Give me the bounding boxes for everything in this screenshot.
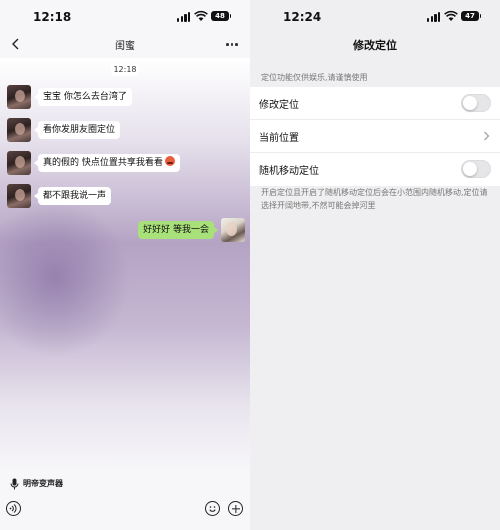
battery-icon: 47 bbox=[461, 11, 481, 21]
input-bar bbox=[0, 496, 250, 530]
more-options-icon[interactable] bbox=[226, 43, 238, 47]
voice-changer-label: 明帝变声器 bbox=[23, 479, 63, 488]
chat-header: 闺蜜 bbox=[0, 34, 250, 56]
setting-label: 当前位置 bbox=[259, 133, 299, 144]
setting-row-current-location[interactable]: 当前位置 bbox=[250, 120, 500, 153]
contact-avatar[interactable] bbox=[7, 85, 31, 109]
setting-label: 修改定位 bbox=[259, 100, 299, 111]
contact-avatar[interactable] bbox=[7, 151, 31, 175]
explanation-text: 开启定位且开启了随机移动定位后会在小范围内随机移动,定位请选择开阔地带,不然可能… bbox=[261, 188, 488, 210]
message-bubble-incoming[interactable]: 都不跟我说一声 bbox=[33, 187, 112, 205]
settings-group: 修改定位 当前位置 随机移动定位 bbox=[250, 87, 500, 186]
toggle-knob bbox=[463, 162, 477, 176]
message-bubble-incoming[interactable]: 宝宝 你怎么去台湾了 bbox=[34, 88, 132, 106]
angry-face-icon bbox=[164, 156, 175, 166]
location-settings-screen: 12:24 47 修改定位 定位功能仅供娱乐,请谨慎使用 修改定位 当前位置 随… bbox=[250, 0, 500, 530]
message-timestamp: 12:18 bbox=[111, 64, 139, 76]
add-attachment-button[interactable] bbox=[228, 501, 243, 516]
my-avatar[interactable] bbox=[221, 218, 245, 242]
wifi-icon bbox=[194, 10, 208, 21]
contact-avatar[interactable] bbox=[7, 184, 31, 208]
smiley-icon bbox=[209, 506, 216, 512]
status-time: 12:18 bbox=[33, 10, 72, 24]
page-title: 修改定位 bbox=[353, 39, 397, 52]
setting-row-random-move: 随机移动定位 bbox=[250, 153, 500, 186]
status-time: 12:24 bbox=[283, 10, 322, 24]
battery-icon: 48 bbox=[211, 11, 231, 21]
contact-avatar[interactable] bbox=[7, 118, 31, 142]
message-bubble-incoming[interactable]: 真的假的 快点位置共享我看看 bbox=[34, 154, 180, 172]
chat-background bbox=[0, 58, 250, 470]
random-move-toggle[interactable] bbox=[461, 160, 491, 178]
chevron-right-icon bbox=[484, 131, 490, 141]
sound-wave-icon bbox=[9, 504, 17, 513]
wifi-icon bbox=[444, 10, 458, 21]
disclaimer-text: 定位功能仅供娱乐,请谨慎使用 bbox=[261, 73, 368, 82]
signal-icon bbox=[177, 12, 191, 22]
chat-screen: 12:18 48 闺蜜 12:18 宝宝 你怎么去台湾了 看你发朋友圈定位 真的… bbox=[0, 0, 250, 530]
message-bubble-outgoing[interactable]: 好好好 等我一会 bbox=[138, 221, 218, 239]
setting-label: 随机移动定位 bbox=[259, 166, 319, 177]
voice-changer-bar[interactable]: 明帝变声器 bbox=[0, 472, 250, 496]
microphone-icon bbox=[10, 478, 19, 490]
voice-input-button[interactable] bbox=[6, 501, 21, 516]
setting-row-modify-location: 修改定位 bbox=[250, 87, 500, 120]
modify-location-toggle[interactable] bbox=[461, 94, 491, 112]
status-bar: 12:24 47 bbox=[250, 0, 500, 34]
message-text: 真的假的 快点位置共享我看看 bbox=[43, 158, 163, 168]
message-input[interactable] bbox=[26, 499, 201, 519]
emoji-button[interactable] bbox=[205, 501, 220, 516]
signal-icon bbox=[427, 12, 441, 22]
message-bubble-incoming[interactable]: 看你发朋友圈定位 bbox=[33, 121, 121, 139]
toggle-knob bbox=[463, 96, 477, 110]
status-bar: 12:18 48 bbox=[0, 0, 250, 34]
chat-title: 闺蜜 bbox=[115, 41, 135, 52]
